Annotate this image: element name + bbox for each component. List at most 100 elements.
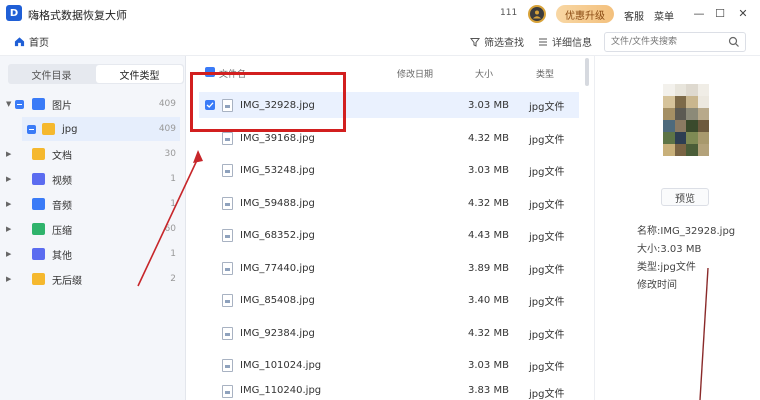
upgrade-button[interactable]: 优惠升级 — [556, 5, 614, 23]
table-row[interactable]: IMG_59488.jpg 4.32 MB jpg文件 — [199, 190, 579, 216]
file-type: jpg文件 — [529, 361, 565, 373]
scrollbar[interactable] — [585, 58, 589, 86]
archive-folder-icon — [32, 223, 45, 235]
expand-right-icon[interactable]: ▶ — [6, 225, 11, 233]
column-type[interactable]: 类型 — [536, 67, 554, 80]
column-size[interactable]: 大小 — [475, 67, 493, 80]
table-row[interactable]: IMG_92384.jpg 4.32 MB jpg文件 — [199, 320, 579, 346]
sidebar-item-images[interactable]: ▼ 图片 409 — [0, 92, 186, 116]
avatar[interactable] — [528, 5, 546, 23]
tab-file-type[interactable]: 文件类型 — [96, 65, 183, 83]
customer-service-link[interactable]: 客服 — [624, 8, 644, 23]
item-count: 409 — [158, 124, 176, 134]
minimize-button[interactable]: — — [692, 6, 706, 20]
detail-label: 详细信息 — [552, 38, 592, 49]
maximize-button[interactable]: ☐ — [713, 6, 727, 20]
sidebar-item-other[interactable]: ▶ 其他 1 — [0, 242, 186, 266]
check-icon — [206, 102, 214, 108]
file-type: jpg文件 — [529, 389, 565, 400]
file-type: jpg文件 — [529, 199, 565, 211]
column-name[interactable]: 文件名 — [219, 67, 246, 80]
table-row[interactable]: IMG_39168.jpg 4.32 MB jpg文件 — [199, 125, 579, 151]
file-name: IMG_53248.jpg — [240, 164, 315, 176]
select-all-checkbox[interactable] — [205, 67, 215, 77]
document-folder-icon — [32, 148, 45, 160]
table-row[interactable]: IMG_110240.jpg 3.83 MB jpg文件 — [199, 383, 579, 400]
item-count: 1 — [170, 249, 176, 259]
sidebar-item-label: 音频 — [52, 200, 72, 212]
table-row[interactable]: IMG_32928.jpg 3.03 MB jpg文件 — [199, 92, 579, 118]
user-icon — [533, 10, 541, 19]
image-file-icon — [222, 326, 233, 340]
home-button[interactable]: 首页 — [14, 34, 49, 49]
table-row[interactable]: IMG_85408.jpg 3.40 MB jpg文件 — [199, 287, 579, 313]
preview-panel: 预览 名称:IMG_32928.jpg 大小:3.03 MB 类型:jpg文件 … — [594, 56, 760, 400]
sidebar-item-video[interactable]: ▶ 视频 1 — [0, 167, 186, 191]
sidebar-item-no-extension[interactable]: ▶ 无后缀 2 — [0, 267, 186, 291]
partial-check-icon[interactable] — [15, 99, 24, 109]
expand-right-icon[interactable]: ▶ — [6, 150, 11, 158]
row-checkbox[interactable] — [205, 100, 215, 110]
filter-button[interactable]: 筛选查找 — [470, 34, 524, 49]
sidebar-item-label: 文档 — [52, 150, 72, 162]
file-list: 文件名 修改日期 大小 类型 IMG_32928.jpg 3.03 MB jpg… — [187, 56, 592, 400]
menu-link[interactable]: 菜单 — [654, 8, 674, 23]
sidebar-item-label: 压缩 — [52, 225, 72, 237]
file-name: IMG_68352.jpg — [240, 229, 315, 241]
expand-right-icon[interactable]: ▶ — [6, 275, 11, 283]
table-row[interactable]: IMG_68352.jpg 4.43 MB jpg文件 — [199, 222, 579, 248]
expand-right-icon[interactable]: ▶ — [6, 250, 11, 258]
file-name: IMG_110240.jpg — [240, 385, 322, 396]
column-date[interactable]: 修改日期 — [397, 67, 433, 80]
file-name: IMG_101024.jpg — [240, 359, 322, 371]
item-count: 60 — [164, 224, 176, 234]
no-extension-folder-icon — [32, 273, 45, 285]
file-name: IMG_77440.jpg — [240, 262, 315, 274]
sidebar-tabs: 文件目录 文件类型 — [8, 64, 184, 84]
expand-down-icon[interactable]: ▼ — [6, 100, 11, 108]
image-thumbnail — [663, 84, 709, 156]
home-label: 首页 — [29, 38, 49, 49]
file-type: jpg文件 — [529, 264, 565, 276]
file-size: 3.03 MB — [468, 359, 509, 371]
sidebar-item-label: 图片 — [52, 100, 72, 112]
sidebar-item-archive[interactable]: ▶ 压缩 60 — [0, 217, 186, 241]
sidebar: 文件目录 文件类型 ▼ 图片 409 jpg 409 ▶ 文档 30 ▶ 视频 … — [0, 56, 186, 400]
file-size: 3.03 MB — [468, 164, 509, 176]
item-count: 409 — [158, 99, 176, 109]
info-name: 名称:IMG_32928.jpg — [637, 226, 736, 237]
expand-right-icon[interactable]: ▶ — [6, 175, 11, 183]
toolbar: 首页 筛选查找 详细信息 — [0, 28, 760, 56]
table-row[interactable]: IMG_101024.jpg 3.03 MB jpg文件 — [199, 352, 579, 378]
search-icon[interactable] — [728, 36, 740, 48]
file-name: IMG_32928.jpg — [240, 99, 315, 111]
image-folder-icon — [32, 98, 45, 110]
partial-check-icon[interactable] — [27, 124, 36, 134]
image-file-icon — [222, 358, 233, 372]
expand-right-icon[interactable]: ▶ — [6, 200, 11, 208]
sidebar-item-audio[interactable]: ▶ 音频 1 — [0, 192, 186, 216]
tab-file-directory[interactable]: 文件目录 — [8, 64, 95, 84]
file-size: 3.40 MB — [468, 294, 509, 306]
search-input[interactable] — [605, 33, 723, 51]
file-type: jpg文件 — [529, 329, 565, 341]
table-row[interactable]: IMG_77440.jpg 3.89 MB jpg文件 — [199, 255, 579, 281]
filter-label: 筛选查找 — [484, 38, 524, 49]
audio-folder-icon — [32, 198, 45, 210]
file-type: jpg文件 — [529, 166, 565, 178]
search-box — [604, 32, 746, 52]
preview-button[interactable]: 预览 — [661, 188, 709, 206]
image-file-icon — [222, 228, 233, 242]
item-count: 1 — [170, 199, 176, 209]
file-size: 3.03 MB — [468, 99, 509, 111]
sidebar-item-jpg[interactable]: jpg 409 — [22, 117, 180, 141]
file-type: jpg文件 — [529, 134, 565, 146]
counter-badge: 111 — [500, 8, 518, 18]
file-size: 4.32 MB — [468, 197, 509, 209]
close-button[interactable]: ✕ — [736, 6, 750, 20]
table-row[interactable]: IMG_53248.jpg 3.03 MB jpg文件 — [199, 157, 579, 183]
sidebar-item-documents[interactable]: ▶ 文档 30 — [0, 142, 186, 166]
detail-button[interactable]: 详细信息 — [538, 34, 592, 49]
file-size: 4.32 MB — [468, 132, 509, 144]
item-count: 1 — [170, 174, 176, 184]
